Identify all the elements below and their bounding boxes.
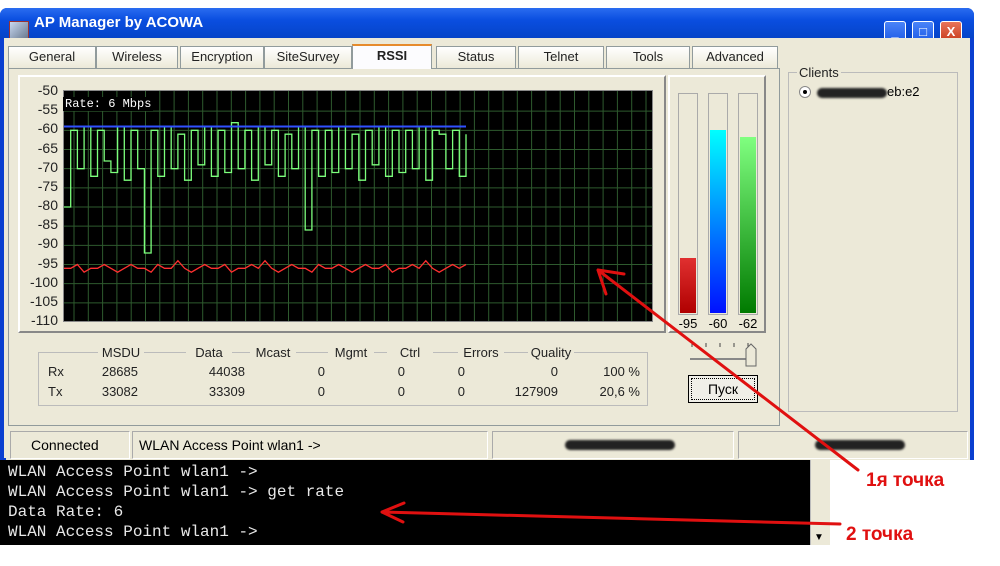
annotation-arrows — [380, 268, 860, 526]
y-tick-label: -75 — [37, 177, 58, 194]
y-tick-label: -80 — [37, 197, 58, 213]
tab-telnet[interactable]: Telnet — [518, 46, 604, 68]
tab-advanced[interactable]: Advanced — [692, 46, 778, 68]
y-tick-label: -100 — [29, 273, 58, 290]
tab-status[interactable]: Status — [436, 46, 516, 68]
y-tick-label: -70 — [37, 158, 58, 175]
tab-wireless[interactable]: Wireless — [96, 46, 178, 68]
arrow-1 — [596, 268, 860, 472]
tab-tools[interactable]: Tools — [606, 46, 690, 68]
tab-general[interactable]: General — [8, 46, 96, 68]
y-tick-label: -105 — [29, 292, 58, 309]
y-tick-label: -85 — [37, 216, 58, 233]
tab-rssi[interactable]: RSSI — [352, 44, 432, 69]
y-tick-label: -55 — [37, 101, 58, 118]
arrow-2 — [380, 501, 842, 526]
y-tick-label: -50 — [37, 82, 58, 98]
y-tick-label: -110 — [31, 312, 58, 328]
tab-sitesurvey[interactable]: SiteSurvey — [264, 46, 352, 68]
y-tick-label: -65 — [37, 139, 58, 156]
tab-encryption[interactable]: Encryption — [180, 46, 264, 68]
y-tick-label: -90 — [37, 235, 58, 252]
y-tick-label: -95 — [37, 254, 58, 271]
y-tick-label: -60 — [37, 120, 58, 137]
